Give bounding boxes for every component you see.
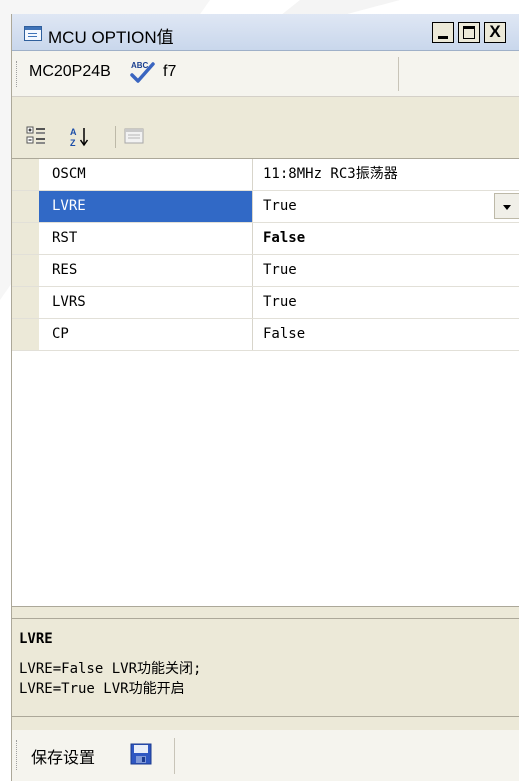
alphabetical-sort-icon[interactable]: A Z [69, 125, 91, 147]
description-line: LVRE=True LVR功能开启 [19, 681, 185, 697]
save-settings-button[interactable]: 保存设置 [31, 744, 95, 768]
row-margin [12, 255, 39, 286]
close-button[interactable]: X [484, 22, 506, 43]
description-title: LVRE [19, 631, 53, 647]
toolbar-grip[interactable] [16, 61, 19, 87]
property-value[interactable]: False [254, 223, 519, 254]
description-line: LVRE=False LVR功能关闭; [19, 661, 202, 677]
property-value[interactable]: True [254, 255, 519, 286]
property-row-res[interactable]: RES True [12, 255, 519, 287]
row-margin [12, 287, 39, 318]
maximize-button[interactable] [458, 22, 480, 43]
toolbar-separator [115, 126, 116, 148]
property-value[interactable]: True [254, 287, 519, 318]
property-row-rst[interactable]: RST False [12, 223, 519, 255]
property-pages-icon[interactable] [123, 125, 145, 147]
svg-text:ABC: ABC [131, 61, 149, 70]
description-panel: LVRE LVRE=False LVR功能关闭; LVRE=True LVR功能… [12, 618, 519, 717]
window-icon [24, 26, 42, 41]
property-value[interactable]: 11:8MHz RC3振荡器 [254, 159, 519, 190]
row-margin [12, 319, 39, 350]
property-name: RST [39, 223, 253, 254]
toolbar-separator [174, 738, 175, 774]
property-row-oscm[interactable]: OSCM 11:8MHz RC3振荡器 [12, 159, 519, 191]
floppy-disk-icon[interactable] [130, 743, 152, 765]
row-margin [12, 159, 39, 190]
property-row-lvre[interactable]: LVRE True [12, 191, 519, 223]
property-grid: OSCM 11:8MHz RC3振荡器 LVRE True RST False … [12, 158, 519, 607]
toolbar-grip[interactable] [16, 740, 19, 770]
property-name: LVRS [39, 287, 253, 318]
property-value[interactable]: False [254, 319, 519, 350]
property-name: OSCM [39, 159, 253, 190]
chip-toolbar: MC20P24B ABC f7 [12, 51, 519, 97]
svg-text:A: A [70, 127, 77, 137]
minimize-button[interactable] [432, 22, 454, 43]
svg-text:Z: Z [70, 138, 76, 147]
bottom-toolbar: 保存设置 [12, 730, 519, 781]
window-title: MCU OPTION值 [48, 28, 174, 47]
chevron-down-icon[interactable] [494, 193, 519, 219]
mcu-option-window: MCU OPTION值 X MC20P24B ABC f7 A Z OSCM 1… [11, 14, 519, 781]
row-margin [12, 223, 39, 254]
property-grid-toolbar: A Z [12, 114, 519, 158]
categorized-view-icon[interactable] [26, 125, 48, 147]
frequency-label[interactable]: f7 [163, 63, 176, 81]
spell-check-icon[interactable]: ABC [128, 59, 156, 85]
property-name: RES [39, 255, 253, 286]
row-margin [12, 191, 39, 222]
property-value-select[interactable]: True [254, 191, 519, 222]
property-name: LVRE [39, 191, 253, 222]
property-row-lvrs[interactable]: LVRS True [12, 287, 519, 319]
toolbar-separator [398, 57, 399, 91]
chip-model-label[interactable]: MC20P24B [29, 63, 111, 81]
property-name: CP [39, 319, 253, 350]
property-row-cp[interactable]: CP False [12, 319, 519, 351]
title-bar: MCU OPTION值 X [12, 14, 519, 51]
